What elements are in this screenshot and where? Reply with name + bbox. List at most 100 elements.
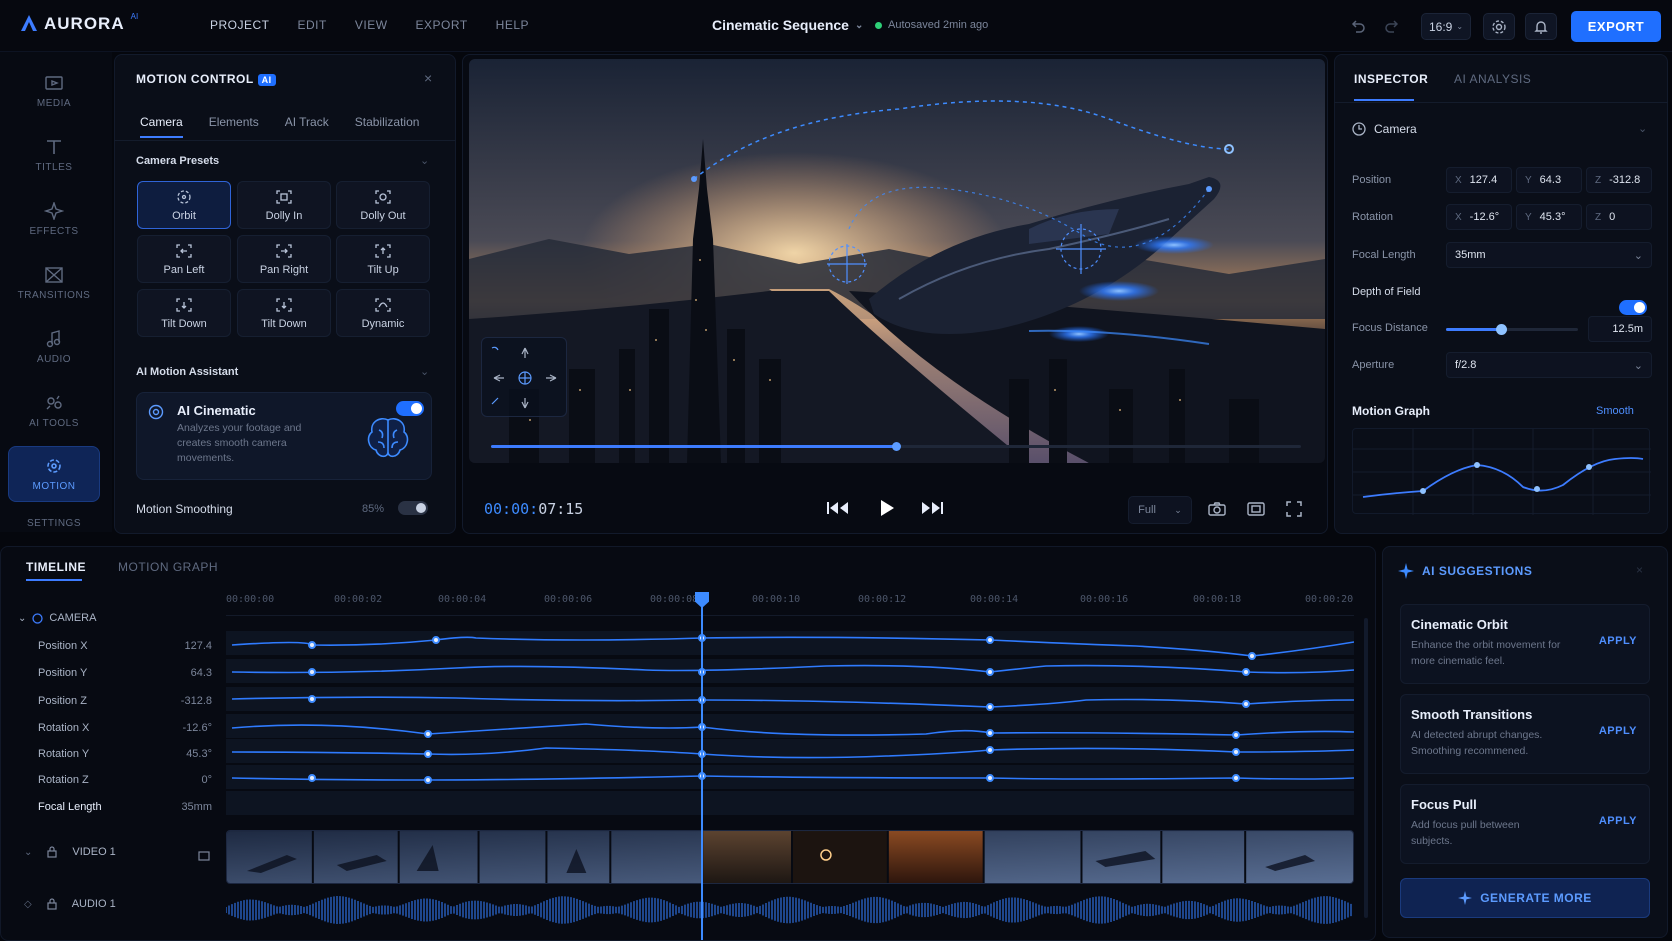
- position-y-field[interactable]: Y 64.3: [1516, 167, 1582, 193]
- tab-motion-graph[interactable]: MOTION GRAPH: [118, 560, 218, 574]
- tab-ai-track[interactable]: AI Track: [285, 115, 329, 129]
- camera-section-header[interactable]: Camera: [1352, 122, 1417, 136]
- play-button[interactable]: [878, 498, 896, 518]
- motion-smoothing-toggle[interactable]: [398, 501, 428, 515]
- preset-label: Orbit: [172, 209, 196, 222]
- ruler-tick-label: 00:00:20: [1305, 594, 1354, 605]
- rail-item-ai-tools[interactable]: AI TOOLS: [8, 382, 100, 440]
- video-clip-strip[interactable]: [226, 830, 1354, 884]
- rotation-x-field[interactable]: X -12.6°: [1446, 204, 1512, 230]
- track-label-position-y[interactable]: Position Y: [38, 667, 87, 679]
- rotation-z-field[interactable]: Z0: [1586, 204, 1652, 230]
- snapshot-button[interactable]: [1208, 501, 1226, 517]
- position-x-field[interactable]: X 127.4: [1446, 167, 1512, 193]
- generate-more-button[interactable]: GENERATE MORE: [1400, 878, 1650, 918]
- fullscreen-button[interactable]: [1286, 501, 1302, 517]
- app-logo[interactable]: AURORA AI: [20, 12, 138, 34]
- export-button[interactable]: EXPORT: [1571, 11, 1661, 42]
- preview-frame[interactable]: [469, 59, 1325, 463]
- chevron-down-icon[interactable]: ⌄: [1638, 122, 1647, 135]
- menu-export[interactable]: EXPORT: [416, 18, 468, 32]
- chevron-down-icon: ⌄: [18, 612, 27, 624]
- suggestion-card-smooth-transitions[interactable]: Smooth Transitions AI detected abrupt ch…: [1400, 694, 1650, 774]
- rail-item-titles[interactable]: TITLES: [8, 126, 100, 184]
- focal-length-select[interactable]: 35mm ⌄: [1446, 242, 1652, 268]
- ai-suggestions-header: AI SUGGESTIONS: [1398, 563, 1532, 579]
- playhead-line[interactable]: [701, 606, 703, 940]
- audio-waveform[interactable]: [226, 896, 1354, 924]
- motion-graph-mode[interactable]: Smooth: [1596, 405, 1634, 417]
- tab-timeline[interactable]: TIMELINE: [26, 560, 86, 574]
- tab-camera[interactable]: Camera: [140, 115, 183, 138]
- camera-joystick[interactable]: [481, 337, 567, 417]
- menu-project[interactable]: PROJECT: [210, 18, 270, 32]
- dolly-out-icon: [375, 189, 391, 204]
- quality-select[interactable]: Full ⌄: [1128, 496, 1192, 524]
- menu-view[interactable]: VIEW: [355, 18, 388, 32]
- track-label-position-z[interactable]: Position Z: [38, 695, 87, 707]
- document-title-dropdown[interactable]: Cinematic Sequence ⌄: [712, 17, 863, 33]
- preset-dynamic[interactable]: Dynamic: [336, 289, 430, 337]
- preset-dolly-in[interactable]: Dolly In: [237, 181, 331, 229]
- camera-track-group[interactable]: ⌄ CAMERA: [18, 612, 96, 624]
- close-icon[interactable]: ×: [1636, 563, 1643, 577]
- menu-edit[interactable]: EDIT: [298, 18, 327, 32]
- tab-ai-analysis[interactable]: AI ANALYSIS: [1454, 72, 1531, 86]
- scrub-track[interactable]: [491, 442, 1301, 451]
- close-icon[interactable]: ×: [424, 70, 432, 86]
- rail-item-transitions[interactable]: TRANSITIONS: [8, 254, 100, 312]
- motion-graph[interactable]: [1352, 428, 1651, 515]
- rail-item-motion[interactable]: MOTION: [8, 446, 100, 502]
- track-label-rotation-x[interactable]: Rotation X: [38, 722, 89, 734]
- aspect-ratio-select[interactable]: 16:9 ⌄: [1421, 13, 1471, 40]
- timeline-scrollbar[interactable]: [1364, 618, 1368, 918]
- play-icon: [881, 500, 894, 516]
- focus-distance-slider[interactable]: [1446, 324, 1578, 335]
- rail-item-settings[interactable]: SETTINGS: [8, 510, 100, 536]
- safe-area-button[interactable]: [1247, 501, 1265, 517]
- aperture-select[interactable]: f/2.8 ⌄: [1446, 352, 1652, 378]
- suggestion-card-cinematic-orbit[interactable]: Cinematic Orbit Enhance the orbit moveme…: [1400, 604, 1650, 684]
- apply-button[interactable]: APPLY: [1599, 635, 1637, 647]
- video-track-header[interactable]: ⌄ VIDEO 1: [24, 846, 116, 858]
- preset-dolly-out[interactable]: Dolly Out: [336, 181, 430, 229]
- rotation-y-field[interactable]: Y 45.3°: [1516, 204, 1582, 230]
- track-label-position-x[interactable]: Position X: [38, 640, 88, 652]
- dof-toggle[interactable]: [1619, 300, 1647, 315]
- preset-tilt-up[interactable]: Tilt Up: [336, 235, 430, 283]
- redo-button[interactable]: [1382, 16, 1402, 36]
- rail-item-effects[interactable]: EFFECTS: [8, 190, 100, 248]
- notifications-button[interactable]: [1525, 13, 1557, 40]
- tab-inspector[interactable]: INSPECTOR: [1354, 72, 1428, 86]
- preset-pan-left[interactable]: Pan Left: [137, 235, 231, 283]
- preset-orbit[interactable]: Orbit: [137, 181, 231, 229]
- keyframe-curves[interactable]: [226, 620, 1354, 820]
- skip-forward-button[interactable]: [918, 500, 944, 516]
- preset-pan-right[interactable]: Pan Right: [237, 235, 331, 283]
- undo-button[interactable]: [1348, 16, 1368, 36]
- tab-elements[interactable]: Elements: [209, 115, 259, 129]
- scrub-handle[interactable]: [892, 442, 901, 451]
- preset-label: Pan Right: [259, 263, 309, 276]
- apply-button[interactable]: APPLY: [1599, 725, 1637, 737]
- suggestion-card-focus-pull[interactable]: Focus Pull Add focus pull between subjec…: [1400, 784, 1650, 864]
- audio-track-header[interactable]: ◇ AUDIO 1: [24, 898, 116, 910]
- lock-icon: [47, 846, 57, 858]
- preset-tilt-down[interactable]: Tilt Down: [137, 289, 231, 337]
- track-label-rotation-z[interactable]: Rotation Z: [38, 774, 89, 786]
- track-value: 127.4: [184, 640, 212, 652]
- chevron-down-icon[interactable]: ⌄: [420, 365, 429, 378]
- skip-back-button[interactable]: [826, 500, 852, 516]
- settings-button[interactable]: [1483, 13, 1515, 40]
- menu-help[interactable]: HELP: [496, 18, 529, 32]
- track-label-rotation-y[interactable]: Rotation Y: [38, 748, 89, 760]
- rail-item-audio[interactable]: AUDIO: [8, 318, 100, 376]
- track-label-focal-length[interactable]: Focal Length: [38, 801, 102, 813]
- preset-tilt-down-2[interactable]: Tilt Down: [237, 289, 331, 337]
- tab-stabilization[interactable]: Stabilization: [355, 115, 420, 129]
- apply-button[interactable]: APPLY: [1599, 815, 1637, 827]
- focus-distance-field[interactable]: 12.5m: [1588, 316, 1652, 342]
- position-z-field[interactable]: Z -312.8: [1586, 167, 1652, 193]
- rail-item-media[interactable]: MEDIA: [8, 62, 100, 120]
- chevron-down-icon[interactable]: ⌄: [420, 154, 429, 167]
